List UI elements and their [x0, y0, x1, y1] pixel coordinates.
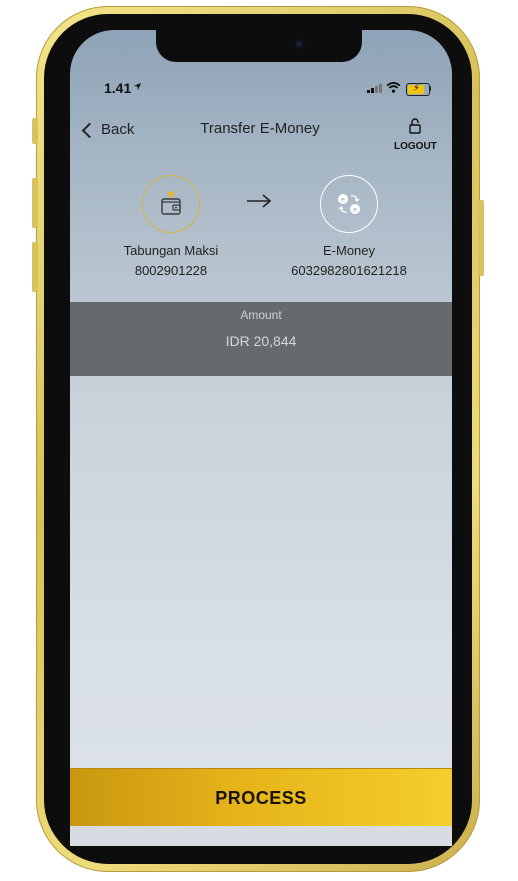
home-indicator-area [70, 826, 452, 846]
destination-account-icon: e e [320, 175, 378, 233]
destination-account-name: E-Money [322, 243, 376, 258]
status-time: 1.41 [104, 80, 132, 96]
process-label: PROCESS [215, 787, 307, 808]
amount-label: Amount [240, 308, 282, 322]
camera-icon [293, 38, 305, 50]
side-button [32, 178, 38, 228]
app-screen [70, 30, 452, 846]
back-label: Back [101, 121, 135, 138]
battery-icon: ⚡ [406, 83, 430, 96]
logout-label: LOGOUT [394, 141, 437, 152]
svg-text:e: e [353, 207, 357, 214]
wifi-icon [386, 82, 401, 93]
side-button [478, 200, 484, 276]
signal-icon [367, 84, 382, 93]
lock-open-icon [409, 118, 421, 134]
wallet-icon [161, 191, 181, 215]
back-button[interactable]: Back [81, 121, 135, 138]
battery-cap [429, 86, 431, 91]
amount-value: IDR 20,844 [225, 333, 297, 349]
emoney-exchange-icon: e e [338, 194, 360, 214]
notch [156, 30, 362, 62]
side-button [32, 242, 38, 292]
destination-account-number: 6032982801621218 [291, 263, 407, 278]
source-account-icon [142, 175, 200, 233]
source-account-number: 8002901228 [134, 263, 208, 278]
page-title: Transfer E-Money [200, 120, 320, 137]
svg-text:e: e [341, 197, 345, 204]
logout-button[interactable]: LOGOUT [394, 118, 437, 152]
amount-panel: Amount IDR 20,844 [70, 302, 452, 376]
process-button[interactable]: PROCESS [70, 768, 452, 827]
location-arrow-icon [133, 82, 142, 91]
source-account-name: Tabungan Maksi [123, 243, 219, 258]
arrow-right-icon [247, 194, 272, 208]
chevron-left-icon [81, 122, 98, 138]
side-button [32, 118, 38, 144]
